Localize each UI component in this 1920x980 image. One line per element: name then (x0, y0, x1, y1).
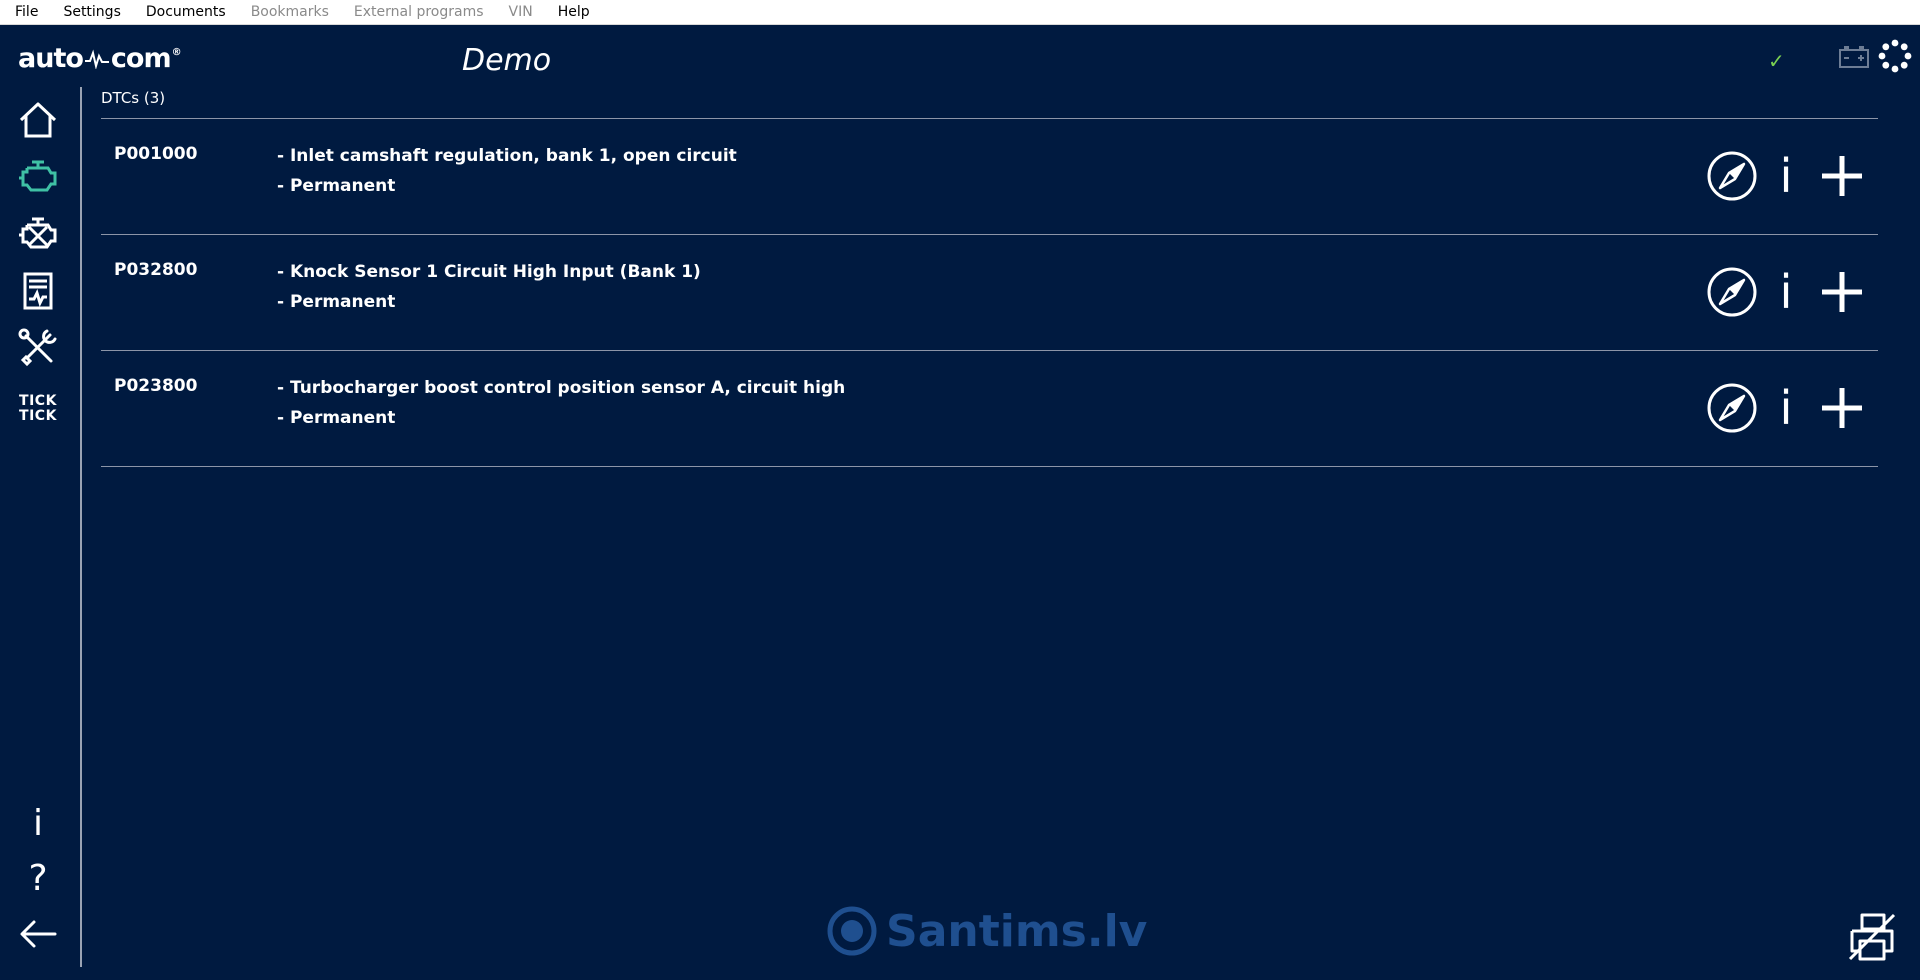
tools-icon (18, 328, 57, 367)
compass-icon (1707, 383, 1757, 433)
tick-label-line1: TICK (19, 393, 57, 409)
plus-icon (1822, 388, 1862, 428)
menu-help[interactable]: Help (543, 4, 600, 20)
sidebar-item-dtc[interactable] (14, 153, 62, 201)
dtc-count-header: DTCs (3) (101, 89, 166, 107)
sidebar-item-home[interactable] (14, 96, 62, 144)
dtc-info-button[interactable]: i (1772, 381, 1800, 435)
plus-icon (1822, 272, 1862, 312)
page-title: Demo (462, 43, 552, 78)
dtc-description: - Inlet camshaft regulation, bank 1, ope… (277, 141, 737, 201)
watermark: Santims.lv (826, 905, 1147, 957)
menu-bar: File Settings Documents Bookmarks Extern… (0, 0, 1920, 25)
home-icon (19, 102, 57, 138)
info-icon: i (1779, 265, 1793, 319)
dtc-description-text: - Inlet camshaft regulation, bank 1, ope… (277, 146, 737, 166)
logo-registered-mark: ® (171, 47, 182, 58)
tick-tick-icon: TICK TICK (19, 394, 57, 424)
dtc-row: P023800 - Turbocharger boost control pos… (101, 350, 1878, 467)
watermark-logo-icon (827, 906, 877, 956)
dtc-status: - Permanent (277, 292, 396, 312)
dtc-code: P032800 (114, 260, 198, 280)
compass-icon (1707, 151, 1757, 201)
engine-icon (19, 160, 57, 192)
dtc-description-text: - Turbocharger boost control position se… (277, 378, 846, 398)
status-check-icon: ✓ (1768, 49, 1785, 73)
dtc-code: P023800 (114, 376, 198, 396)
help-icon: ? (28, 858, 48, 899)
plus-icon (1822, 156, 1862, 196)
logo-text-right: com (110, 43, 172, 74)
dtc-description: - Turbocharger boost control position se… (277, 373, 845, 433)
logo-wave-icon (84, 49, 109, 69)
sidebar-item-tick-tick[interactable]: TICK TICK (14, 385, 62, 433)
loading-spinner-icon (1878, 39, 1912, 73)
back-arrow-icon (20, 920, 57, 948)
dtc-add-button[interactable] (1818, 265, 1866, 319)
dtc-guide-button[interactable] (1706, 149, 1758, 203)
engine-crossed-icon (19, 217, 57, 249)
dtc-add-button[interactable] (1818, 381, 1866, 435)
dtc-status: - Permanent (277, 176, 396, 196)
sidebar: TICK TICK i ? (0, 25, 80, 980)
menu-settings[interactable]: Settings (48, 4, 130, 20)
compass-icon (1707, 267, 1757, 317)
info-icon: i (1779, 149, 1793, 203)
dtc-row: P032800 - Knock Sensor 1 Circuit High In… (101, 234, 1878, 350)
dtc-description: - Knock Sensor 1 Circuit High Input (Ban… (277, 257, 701, 317)
dtc-list: P001000 - Inlet camshaft regulation, ban… (101, 118, 1878, 467)
dtc-info-button[interactable]: i (1772, 265, 1800, 319)
dtc-add-button[interactable] (1818, 149, 1866, 203)
menu-documents[interactable]: Documents (131, 4, 236, 20)
menu-vin[interactable]: VIN (494, 4, 543, 20)
menu-bookmarks[interactable]: Bookmarks (236, 4, 339, 20)
dtc-row: P001000 - Inlet camshaft regulation, ban… (101, 118, 1878, 234)
menu-external-programs[interactable]: External programs (339, 4, 494, 20)
sidebar-item-report[interactable] (14, 267, 62, 315)
report-icon (23, 272, 53, 310)
dtc-actions: i (1706, 149, 1878, 203)
dtc-actions: i (1706, 265, 1878, 319)
info-icon: i (1779, 381, 1793, 435)
print-report-icon[interactable] (1846, 911, 1898, 963)
dtc-guide-button[interactable] (1706, 265, 1758, 319)
tick-label-line2: TICK (19, 408, 57, 424)
battery-icon (1839, 46, 1869, 68)
sidebar-divider (80, 87, 82, 967)
sidebar-back-button[interactable] (14, 910, 62, 958)
menu-file[interactable]: File (0, 4, 48, 20)
dtc-description-text: - Knock Sensor 1 Circuit High Input (Ban… (277, 262, 701, 282)
app-window: auto com ® Demo ✓ TICK TICK i ? DTCs (3)… (0, 25, 1920, 980)
sidebar-info-button[interactable]: i (14, 800, 62, 848)
info-icon: i (32, 803, 43, 844)
dtc-info-button[interactable]: i (1772, 149, 1800, 203)
sidebar-item-clear-dtc[interactable] (14, 210, 62, 258)
sidebar-help-button[interactable]: ? (14, 855, 62, 903)
watermark-text: Santims.lv (886, 905, 1148, 957)
dtc-status: - Permanent (277, 408, 396, 428)
sidebar-item-service[interactable] (14, 324, 62, 372)
dtc-guide-button[interactable] (1706, 381, 1758, 435)
dtc-actions: i (1706, 381, 1878, 435)
dtc-code: P001000 (114, 144, 198, 164)
